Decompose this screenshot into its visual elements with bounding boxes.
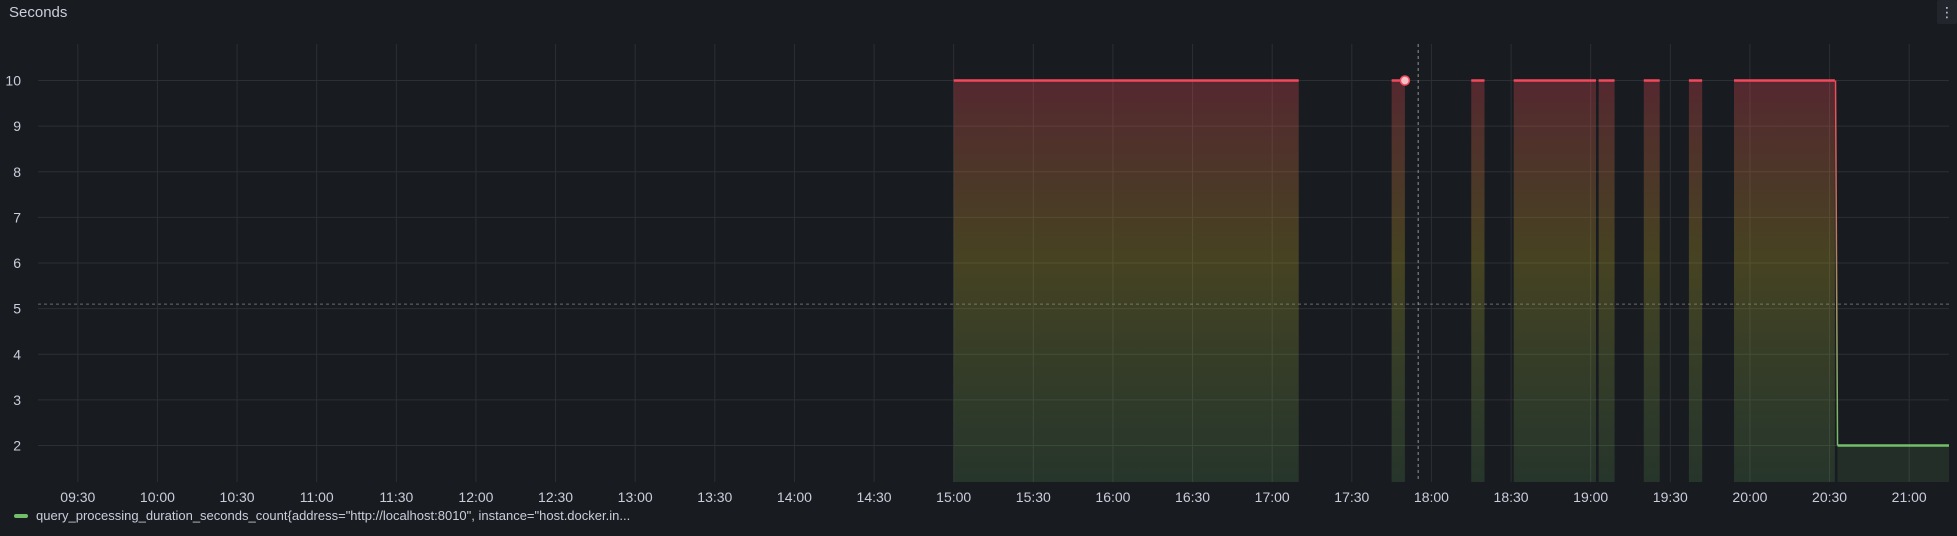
x-axis: 09:30 10:00 10:30 11:00 11:30 12:00 12:30 13:00… [60,489,1927,505]
x-tick-label: 18:30 [1494,489,1529,505]
x-tick-label: 20:00 [1732,489,1767,505]
x-tick-label: 19:00 [1573,489,1608,505]
x-tick-label: 15:30 [1016,489,1051,505]
y-tick-label: 2 [13,438,21,454]
x-tick-label: 19:30 [1653,489,1688,505]
y-tick-label: 5 [13,301,21,317]
series-area-segment [1837,445,1949,482]
series-area-segment [1734,80,1835,482]
series-area-segment [1471,80,1485,482]
x-tick-label: 13:30 [697,489,732,505]
legend[interactable]: query_processing_duration_seconds_count{… [14,508,630,523]
x-tick-label: 16:30 [1175,489,1210,505]
series-area-segment [1391,80,1405,482]
x-tick-label: 11:00 [300,489,334,505]
y-tick-label: 6 [13,255,21,271]
time-series-chart[interactable]: 2 3 4 5 6 7 8 9 10 09:30 10:00 10:30 11:00 11:30 12:0… [0,0,1957,536]
x-tick-label: 12:30 [538,489,573,505]
series-area-segment [1513,80,1596,482]
x-tick-label: 14:00 [777,489,812,505]
x-tick-label: 10:30 [220,489,255,505]
series-area-segment [1643,80,1660,482]
y-axis: 2 3 4 5 6 7 8 9 10 [5,73,21,454]
y-tick-label: 9 [13,118,21,134]
y-tick-label: 7 [13,209,21,225]
x-tick-label: 10:00 [140,489,175,505]
series-area [953,79,1949,482]
chart-panel: Seconds ⋮ 2 3 4 5 6 7 8 9 10 09:30 10:00 10:30 11:0… [0,0,1957,536]
y-tick-label: 3 [13,392,21,408]
x-tick-label: 17:30 [1334,489,1369,505]
x-tick-label: 13:00 [618,489,653,505]
legend-swatch [14,513,28,518]
x-tick-label: 18:00 [1414,489,1449,505]
x-tick-label: 12:00 [458,489,493,505]
x-tick-label: 21:00 [1892,489,1927,505]
y-tick-label: 8 [13,164,21,180]
y-tick-label: 4 [13,346,21,362]
x-tick-label: 16:00 [1095,489,1130,505]
x-tick-label: 20:30 [1812,489,1847,505]
x-tick-label: 11:30 [379,489,413,505]
series-drop-line [1834,80,1839,446]
x-tick-label: 14:30 [857,489,892,505]
x-tick-label: 15:00 [936,489,971,505]
hover-point [1399,75,1411,86]
series-area-segment [953,80,1299,482]
x-tick-label: 09:30 [60,489,95,505]
legend-label: query_processing_duration_seconds_count{… [36,508,631,523]
series-area-segment [1688,80,1703,482]
x-tick-label: 17:00 [1255,489,1290,505]
y-tick-label: 10 [5,73,21,89]
series-area-segment [1598,80,1615,482]
